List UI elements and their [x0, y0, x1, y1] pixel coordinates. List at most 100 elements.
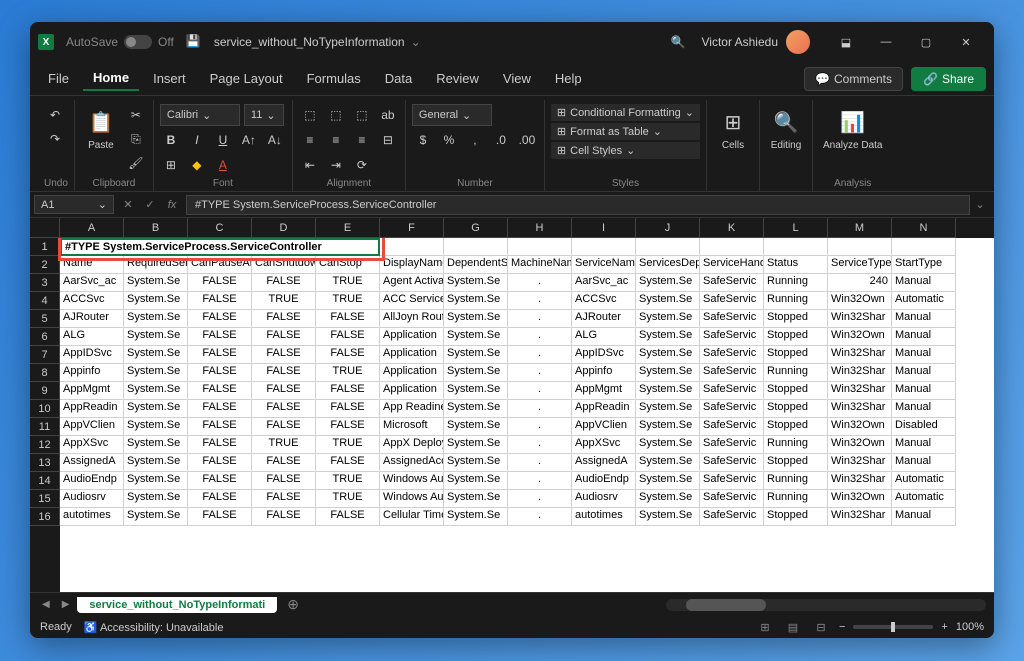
- cells-area[interactable]: #TYPE System.ServiceProcess.ServiceContr…: [60, 238, 994, 592]
- cell[interactable]: SafeServic: [700, 436, 764, 454]
- cell[interactable]: System.Se: [444, 454, 508, 472]
- cell[interactable]: .: [508, 454, 572, 472]
- row-header-16[interactable]: 16: [30, 508, 60, 526]
- cell[interactable]: Stopped: [764, 454, 828, 472]
- cell[interactable]: System.Se: [124, 274, 188, 292]
- cell[interactable]: .: [508, 346, 572, 364]
- cell[interactable]: Win32Own: [828, 292, 892, 310]
- cell[interactable]: FALSE: [188, 382, 252, 400]
- cell[interactable]: FALSE: [316, 418, 380, 436]
- column-header-A[interactable]: A: [60, 218, 124, 238]
- cell[interactable]: AllJoyn Router: [380, 310, 444, 328]
- wrap-text-button[interactable]: ab: [377, 104, 399, 126]
- cell[interactable]: [700, 238, 764, 256]
- borders-button[interactable]: ⊞: [160, 154, 182, 176]
- cell[interactable]: .: [508, 292, 572, 310]
- cell[interactable]: FALSE: [188, 310, 252, 328]
- orientation-button[interactable]: ⟳: [351, 154, 373, 176]
- fx-button[interactable]: fx: [162, 195, 182, 215]
- cell[interactable]: .: [508, 508, 572, 526]
- cell[interactable]: Appinfo: [572, 364, 636, 382]
- cell[interactable]: System.Se: [636, 346, 700, 364]
- cell-styles-button[interactable]: ⊞ Cell Styles ⌄: [551, 142, 700, 159]
- cell[interactable]: Win32Shar: [828, 508, 892, 526]
- accessibility-status[interactable]: ♿ Accessibility: Unavailable: [84, 621, 224, 634]
- cell[interactable]: AssignedA: [572, 454, 636, 472]
- cell[interactable]: System.Se: [636, 292, 700, 310]
- cell[interactable]: StartType: [892, 256, 956, 274]
- cell[interactable]: Running: [764, 292, 828, 310]
- cell[interactable]: ServicesDependedOn: [636, 256, 700, 274]
- cell[interactable]: AudioEndp: [60, 472, 124, 490]
- cell[interactable]: MachineName: [508, 256, 572, 274]
- ribbon-options-icon[interactable]: ⬓: [826, 26, 866, 58]
- column-header-H[interactable]: H: [508, 218, 572, 238]
- cell[interactable]: FALSE: [188, 346, 252, 364]
- tab-next-button[interactable]: ▶: [58, 599, 74, 610]
- cell[interactable]: [380, 238, 444, 256]
- cell[interactable]: FALSE: [188, 418, 252, 436]
- row-header-13[interactable]: 13: [30, 454, 60, 472]
- cell[interactable]: AudioEndp: [572, 472, 636, 490]
- cell[interactable]: Audiosrv: [60, 490, 124, 508]
- row-header-14[interactable]: 14: [30, 472, 60, 490]
- cell[interactable]: SafeServic: [700, 364, 764, 382]
- cell[interactable]: .: [508, 274, 572, 292]
- column-header-I[interactable]: I: [572, 218, 636, 238]
- cell[interactable]: Manual: [892, 382, 956, 400]
- cell[interactable]: Agent Activation: [380, 274, 444, 292]
- column-header-C[interactable]: C: [188, 218, 252, 238]
- cell[interactable]: SafeServic: [700, 508, 764, 526]
- cell[interactable]: .: [508, 472, 572, 490]
- cell[interactable]: SafeServic: [700, 472, 764, 490]
- cell[interactable]: .: [508, 490, 572, 508]
- row-header-10[interactable]: 10: [30, 400, 60, 418]
- cell[interactable]: AppVClien: [60, 418, 124, 436]
- cell[interactable]: System.Se: [124, 436, 188, 454]
- cell[interactable]: System.Se: [444, 436, 508, 454]
- cell[interactable]: AppVClien: [572, 418, 636, 436]
- sheet-tab-active[interactable]: service_without_NoTypeInformati: [77, 597, 277, 613]
- indent-decrease-button[interactable]: ⇤: [299, 154, 321, 176]
- cell[interactable]: Manual: [892, 454, 956, 472]
- cell[interactable]: Stopped: [764, 508, 828, 526]
- cell[interactable]: Manual: [892, 310, 956, 328]
- cell[interactable]: FALSE: [188, 328, 252, 346]
- cell[interactable]: FALSE: [252, 274, 316, 292]
- cell[interactable]: ServiceName: [572, 256, 636, 274]
- cell[interactable]: Running: [764, 436, 828, 454]
- cell[interactable]: CanStop: [316, 256, 380, 274]
- cell[interactable]: App Readiness: [380, 400, 444, 418]
- cell[interactable]: Win32Shar: [828, 472, 892, 490]
- fill-color-button[interactable]: ◆: [186, 154, 208, 176]
- cancel-formula-button[interactable]: ✕: [118, 195, 138, 215]
- cell[interactable]: Win32Shar: [828, 400, 892, 418]
- column-header-L[interactable]: L: [764, 218, 828, 238]
- cell[interactable]: AppXSvc: [572, 436, 636, 454]
- cell[interactable]: [572, 238, 636, 256]
- font-size-dropdown[interactable]: 11⌄: [244, 104, 284, 126]
- cell[interactable]: FALSE: [188, 472, 252, 490]
- cell[interactable]: .: [508, 400, 572, 418]
- cell[interactable]: Running: [764, 490, 828, 508]
- cell[interactable]: AppMgmt: [60, 382, 124, 400]
- cell[interactable]: FALSE: [188, 400, 252, 418]
- cell[interactable]: [508, 238, 572, 256]
- cell[interactable]: System.Se: [444, 508, 508, 526]
- cell[interactable]: TRUE: [316, 490, 380, 508]
- zoom-level[interactable]: 100%: [956, 621, 984, 633]
- name-box[interactable]: A1⌄: [34, 195, 114, 214]
- cell[interactable]: System.Se: [124, 346, 188, 364]
- cell[interactable]: ACCSvc: [572, 292, 636, 310]
- cell[interactable]: Running: [764, 364, 828, 382]
- row-header-4[interactable]: 4: [30, 292, 60, 310]
- cell[interactable]: System.Se: [444, 418, 508, 436]
- menu-file[interactable]: File: [38, 67, 79, 90]
- conditional-formatting-button[interactable]: ⊞ Conditional Formatting ⌄: [551, 104, 700, 121]
- menu-home[interactable]: Home: [83, 66, 139, 91]
- align-center-button[interactable]: ≡: [325, 129, 347, 151]
- page-break-view-button[interactable]: ⊟: [811, 619, 831, 635]
- cell[interactable]: FALSE: [252, 508, 316, 526]
- cell[interactable]: Application: [380, 364, 444, 382]
- cell[interactable]: CanPauseAndContinue: [188, 256, 252, 274]
